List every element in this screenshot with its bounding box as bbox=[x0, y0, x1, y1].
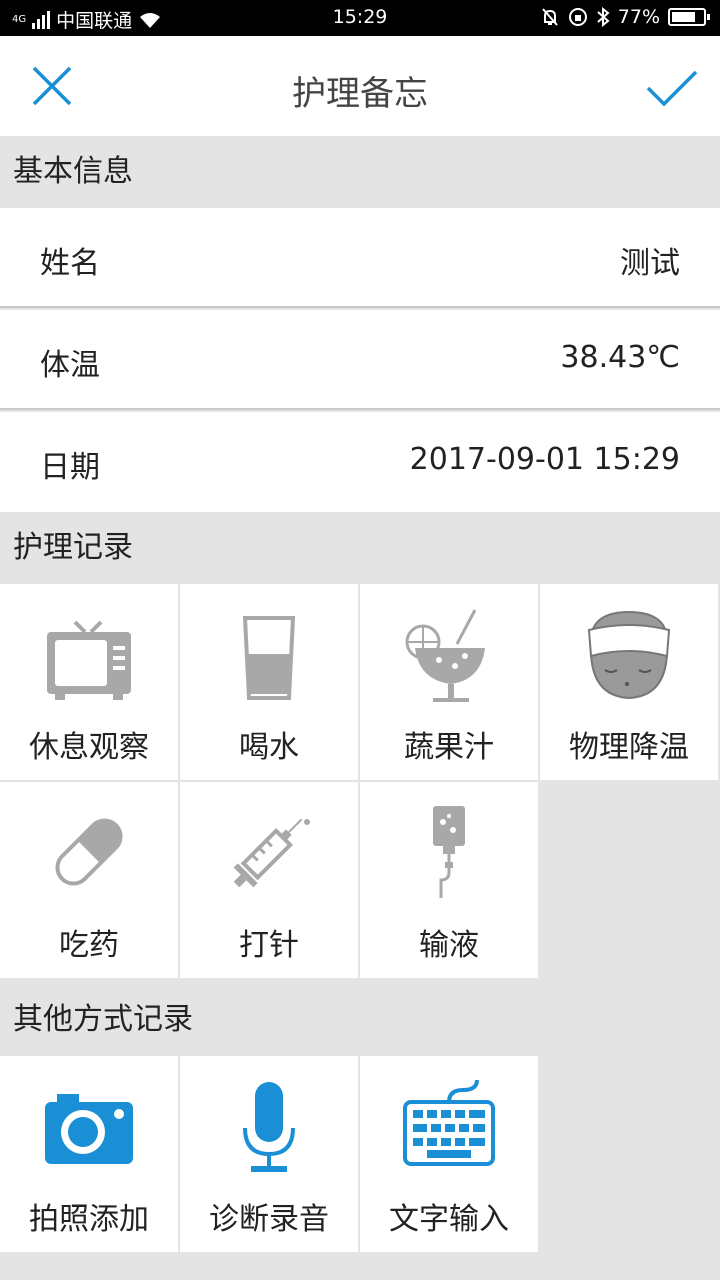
info-row-date[interactable]: 日期 2017-09-01 15:29 bbox=[0, 412, 720, 512]
info-label: 姓名 bbox=[40, 246, 100, 281]
care-item-physical-cooling[interactable]: 物理降温 bbox=[540, 584, 718, 780]
care-item-take-medicine[interactable]: 吃药 bbox=[0, 782, 178, 978]
app-header: 护理备忘 bbox=[0, 36, 720, 136]
care-item-label: 吃药 bbox=[59, 928, 119, 963]
other-item-audio[interactable]: 诊断录音 bbox=[180, 1056, 358, 1252]
info-value: 38.43℃ bbox=[560, 340, 680, 375]
juice-icon bbox=[405, 609, 485, 702]
rotation-lock-icon bbox=[568, 8, 587, 26]
bluetooth-icon bbox=[597, 7, 610, 27]
info-label: 体温 bbox=[40, 348, 100, 383]
care-item-injection[interactable]: 打针 bbox=[180, 782, 358, 978]
info-label: 日期 bbox=[40, 450, 100, 485]
other-item-label: 拍照添加 bbox=[29, 1202, 149, 1237]
care-item-juice[interactable]: 蔬果汁 bbox=[360, 584, 538, 780]
battery-icon bbox=[668, 8, 710, 26]
info-value: 测试 bbox=[620, 246, 680, 281]
care-item-label: 打针 bbox=[239, 928, 299, 963]
page-title: 护理备忘 bbox=[292, 74, 428, 114]
section-care-records: 护理记录 bbox=[0, 512, 720, 584]
cooling-towel-icon bbox=[587, 610, 671, 700]
section-other-records: 其他方式记录 bbox=[0, 984, 720, 1056]
keyboard-icon bbox=[403, 1079, 495, 1166]
tv-icon bbox=[47, 620, 131, 700]
status-bar: 4G 中国联通 15:29 77% bbox=[0, 0, 720, 36]
care-item-label: 输液 bbox=[419, 928, 479, 963]
other-item-photo[interactable]: 拍照添加 bbox=[0, 1056, 178, 1252]
care-item-rest[interactable]: 休息观察 bbox=[0, 584, 178, 780]
care-item-label: 喝水 bbox=[239, 730, 299, 765]
iv-drip-icon bbox=[433, 806, 465, 898]
care-item-drink-water[interactable]: 喝水 bbox=[180, 584, 358, 780]
pill-icon bbox=[55, 818, 123, 886]
care-item-label: 物理降温 bbox=[569, 730, 689, 765]
other-item-text-input[interactable]: 文字输入 bbox=[360, 1056, 538, 1252]
other-item-label: 文字输入 bbox=[389, 1202, 509, 1237]
confirm-button[interactable] bbox=[642, 58, 702, 114]
camera-icon bbox=[45, 1094, 133, 1164]
other-item-label: 诊断录音 bbox=[209, 1202, 329, 1237]
care-item-infusion[interactable]: 输液 bbox=[360, 782, 538, 978]
water-glass-icon bbox=[242, 616, 296, 700]
syringe-icon bbox=[233, 818, 310, 888]
care-item-label: 休息观察 bbox=[29, 730, 149, 765]
microphone-icon bbox=[243, 1082, 295, 1172]
section-basic-info: 基本信息 bbox=[0, 136, 720, 208]
info-row-name[interactable]: 姓名 测试 bbox=[0, 208, 720, 308]
bell-off-icon bbox=[542, 8, 558, 26]
check-icon bbox=[646, 70, 698, 107]
battery-percent: 77% bbox=[617, 6, 660, 28]
info-value: 2017-09-01 15:29 bbox=[409, 442, 680, 477]
care-item-label: 蔬果汁 bbox=[404, 730, 494, 765]
info-row-temperature[interactable]: 体温 38.43℃ bbox=[0, 310, 720, 410]
